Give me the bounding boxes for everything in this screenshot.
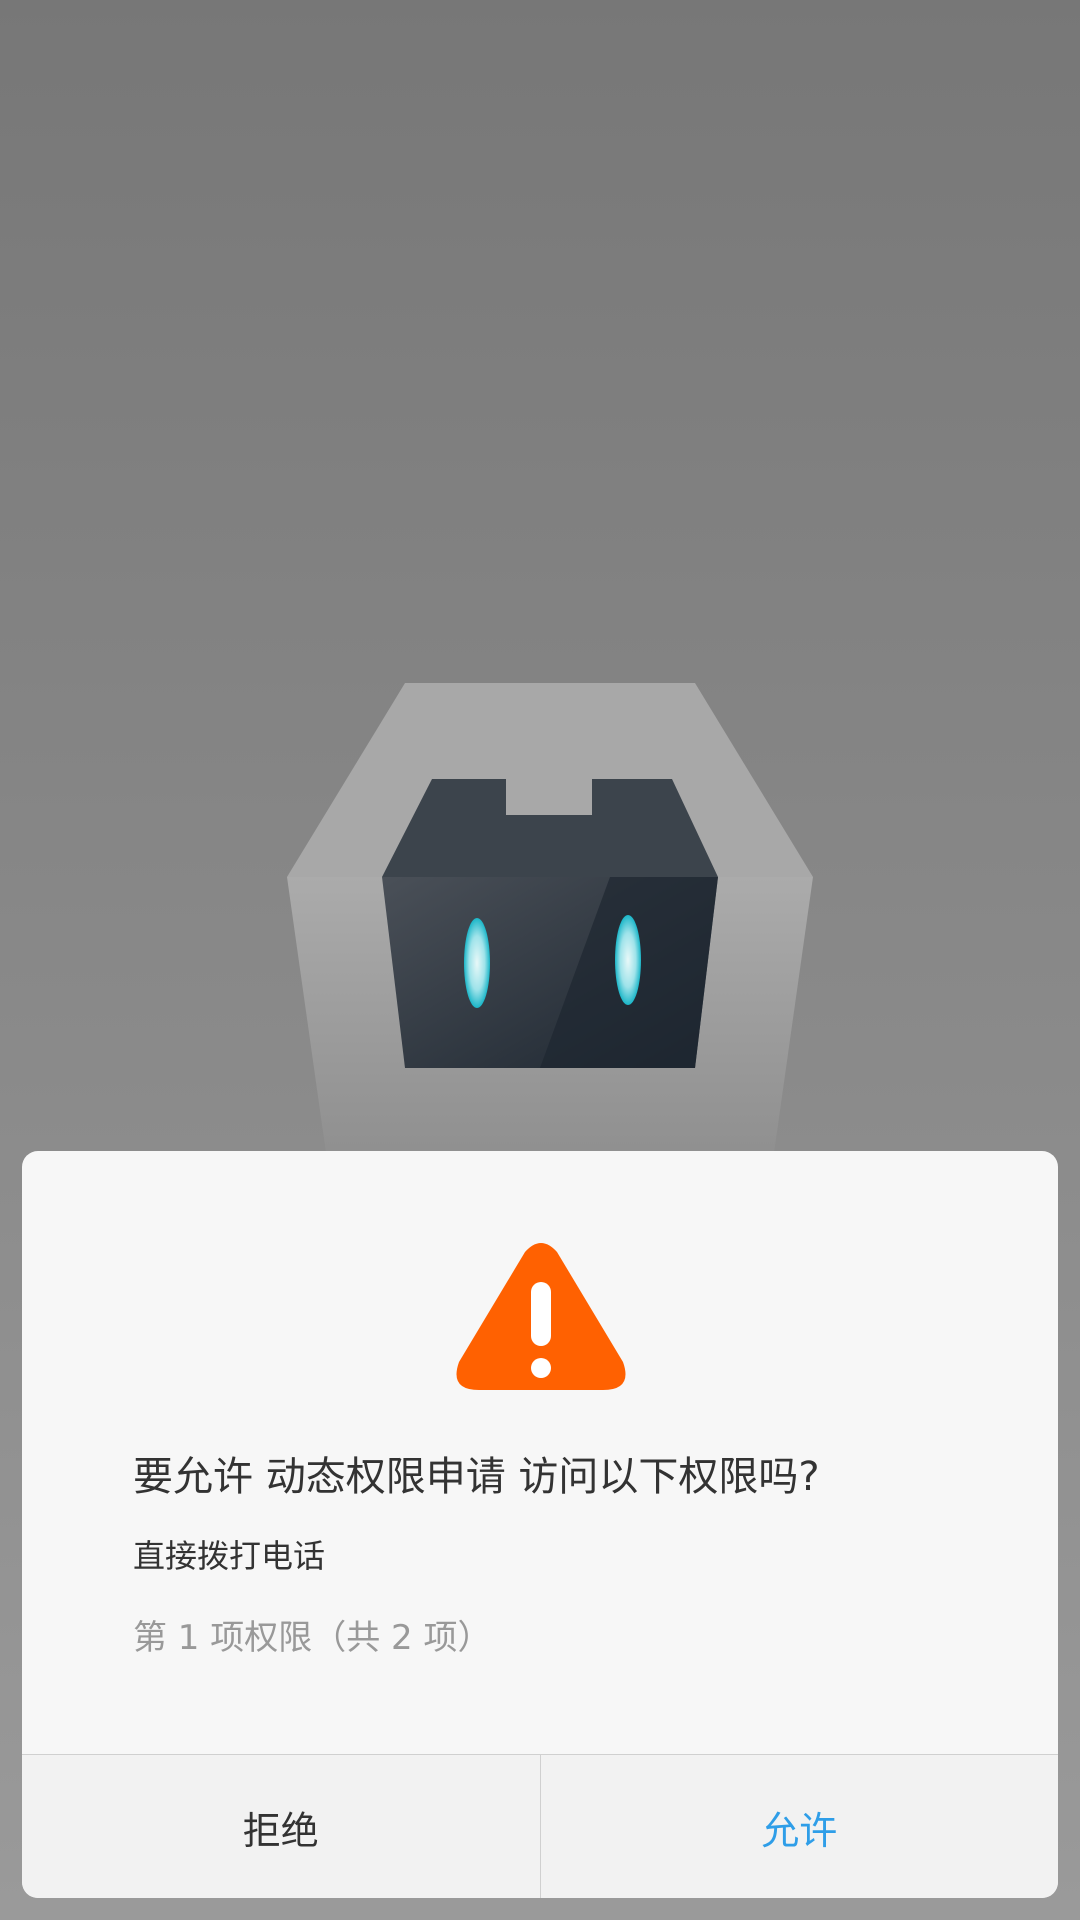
dialog-button-row: 拒绝 允许 (22, 1754, 1058, 1898)
permission-dialog: 要允许 动态权限申请 访问以下权限吗? 直接拨打电话 第 1 项权限（共 2 项… (22, 1151, 1058, 1898)
permission-counter: 第 1 项权限（共 2 项） (133, 1618, 492, 1658)
permission-name: 直接拨打电话 (133, 1537, 326, 1575)
allow-button[interactable]: 允许 (541, 1755, 1059, 1898)
warning-triangle-icon (456, 1243, 626, 1390)
deny-button[interactable]: 拒绝 (22, 1755, 541, 1898)
dialog-title: 要允许 动态权限申请 访问以下权限吗? (133, 1454, 820, 1500)
